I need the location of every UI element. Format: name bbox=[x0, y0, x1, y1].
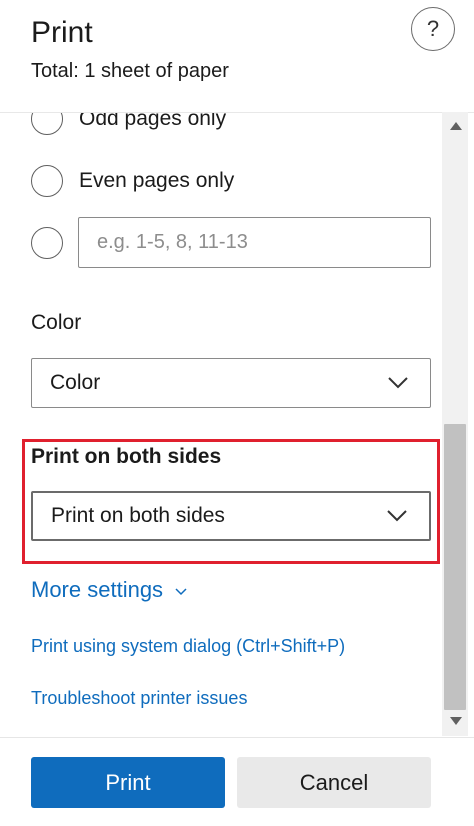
system-dialog-link[interactable]: Print using system dialog (Ctrl+Shift+P) bbox=[31, 636, 345, 657]
more-settings-link[interactable]: More settings bbox=[31, 577, 187, 603]
radio-odd-pages[interactable]: Odd pages only bbox=[31, 112, 226, 136]
radio-circle[interactable] bbox=[31, 165, 63, 197]
more-settings-label: More settings bbox=[31, 577, 164, 602]
color-label: Color bbox=[31, 311, 82, 334]
print-header: Print Total: 1 sheet of paper ? bbox=[0, 0, 474, 112]
scroll-up-arrow-icon[interactable] bbox=[450, 122, 462, 130]
color-select-value: Color bbox=[50, 371, 101, 394]
question-icon: ? bbox=[426, 16, 440, 41]
radio-label: Even pages only bbox=[79, 169, 235, 192]
page-range-input[interactable] bbox=[78, 217, 431, 268]
radio-even-pages[interactable]: Even pages only bbox=[31, 164, 234, 198]
sheet-count: Total: 1 sheet of paper bbox=[31, 60, 229, 82]
scrollbar-thumb[interactable] bbox=[444, 424, 466, 710]
chevron-down-icon bbox=[388, 377, 408, 389]
cancel-button[interactable]: Cancel bbox=[237, 757, 431, 808]
radio-label: Odd pages only bbox=[79, 112, 227, 130]
chevron-down-icon bbox=[175, 588, 187, 596]
radio-circle[interactable] bbox=[31, 227, 63, 259]
help-button[interactable]: ? bbox=[411, 7, 455, 51]
page-title: Print bbox=[31, 16, 93, 49]
scroll-down-arrow-icon[interactable] bbox=[450, 717, 462, 725]
header-divider bbox=[0, 112, 474, 113]
duplex-select-value: Print on both sides bbox=[51, 504, 225, 527]
footer-divider bbox=[0, 737, 474, 738]
print-button[interactable]: Print bbox=[31, 757, 225, 808]
duplex-select[interactable]: Print on both sides bbox=[31, 491, 431, 541]
radio-custom-range[interactable] bbox=[31, 226, 63, 260]
chevron-down-icon bbox=[387, 510, 407, 522]
radio-circle[interactable] bbox=[31, 112, 63, 135]
duplex-label: Print on both sides bbox=[31, 445, 222, 468]
color-select[interactable]: Color bbox=[31, 358, 431, 408]
troubleshoot-link[interactable]: Troubleshoot printer issues bbox=[31, 688, 247, 709]
